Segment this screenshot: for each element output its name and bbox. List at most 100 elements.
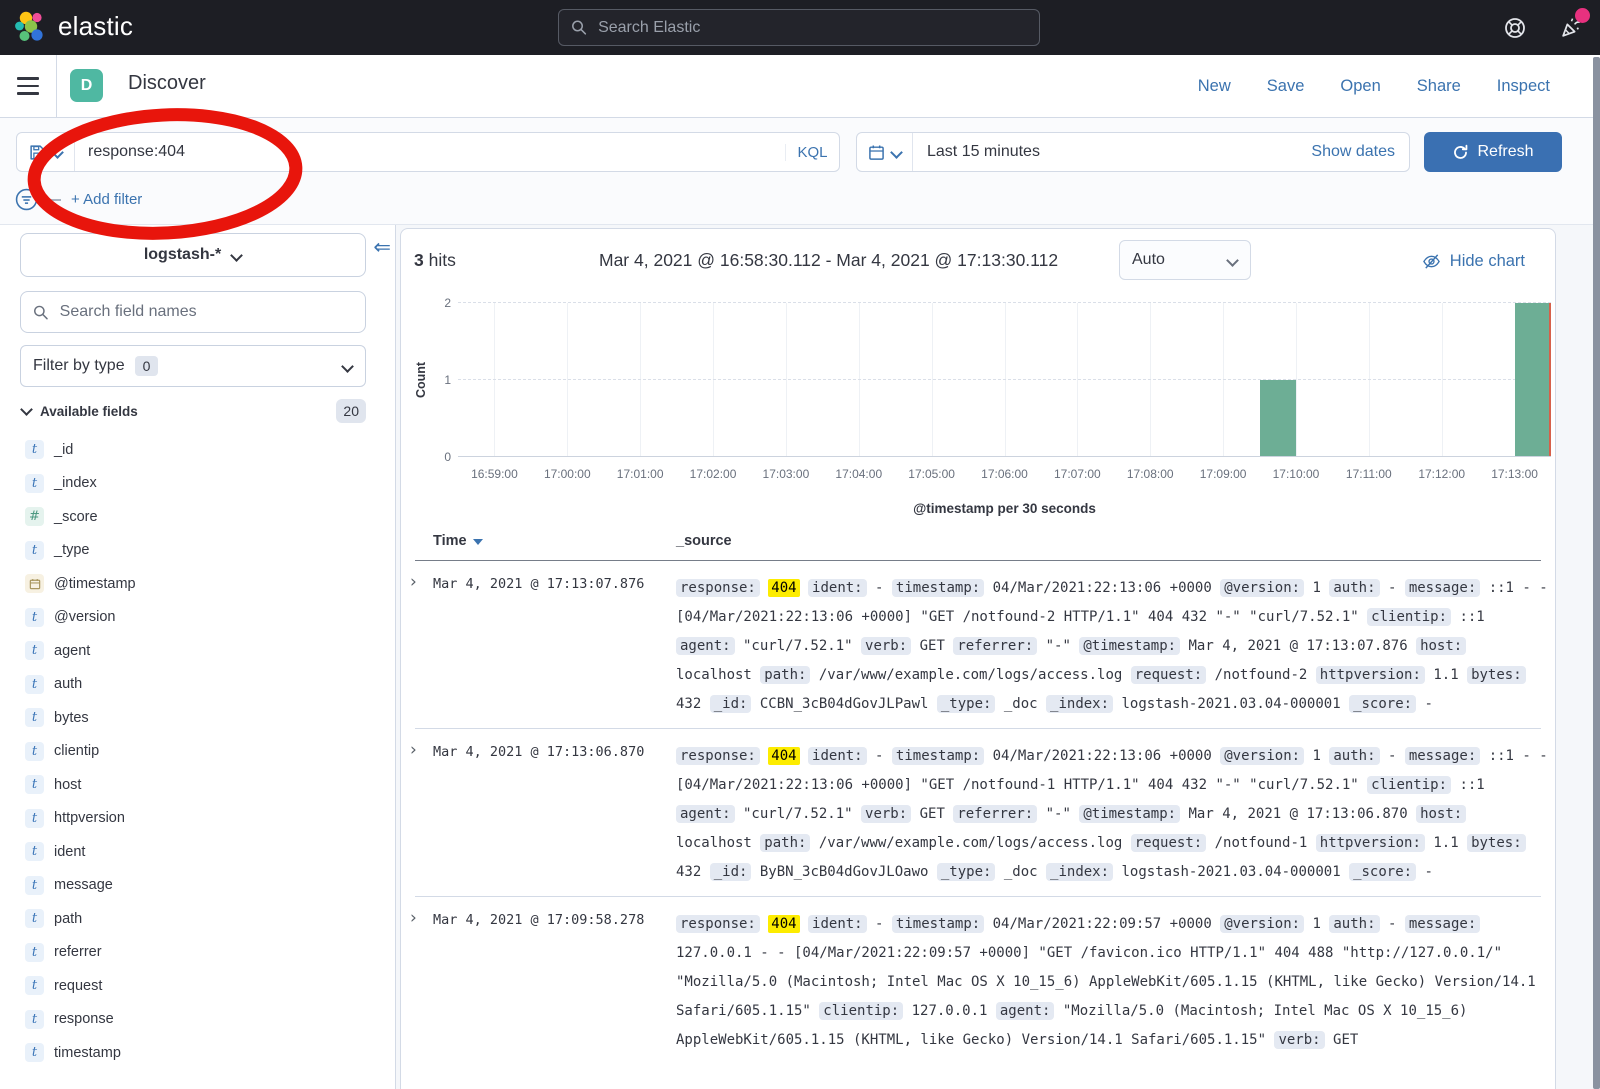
field-key-badge: _index: xyxy=(1046,863,1113,881)
x-tick-label: 17:11:00 xyxy=(1346,467,1392,481)
field-item-message[interactable]: t message xyxy=(0,869,396,903)
help-icon[interactable] xyxy=(1502,15,1528,41)
field-name: host xyxy=(54,777,81,793)
quick-select-time-button[interactable] xyxy=(857,133,913,171)
refresh-button[interactable]: Refresh xyxy=(1424,132,1562,172)
field-item-response[interactable]: t response xyxy=(0,1003,396,1037)
time-end-marker xyxy=(1549,303,1551,456)
x-tick-label: 16:59:00 xyxy=(471,467,518,481)
global-search-input[interactable] xyxy=(596,18,1027,38)
query-language-button[interactable]: KQL xyxy=(785,144,839,161)
gridline xyxy=(1150,303,1151,456)
add-filter-button[interactable]: + Add filter xyxy=(71,191,142,208)
field-item-@version[interactable]: t @version xyxy=(0,601,396,635)
collapse-sidebar-icon[interactable]: ⇐ xyxy=(373,235,391,259)
field-key-badge: @timestamp: xyxy=(1079,637,1180,655)
field-key-badge: agent: xyxy=(676,805,735,823)
field-key-badge: _score: xyxy=(1349,695,1416,713)
expand-row-button[interactable]: › xyxy=(410,572,417,592)
nav-link-new[interactable]: New xyxy=(1198,77,1231,96)
field-name: auth xyxy=(54,676,82,692)
global-search-box[interactable] xyxy=(558,9,1040,46)
field-key-badge: referrer: xyxy=(953,637,1037,655)
table-row: › Mar 4, 2021 @ 17:13:06.870 response: 4… xyxy=(415,728,1541,896)
column-header-source: _source xyxy=(676,533,732,549)
index-pattern-select[interactable]: logstash-* xyxy=(20,233,366,277)
hits-count: 3 hits xyxy=(414,250,456,271)
field-key-badge: timestamp: xyxy=(892,579,984,597)
y-axis-ticks: 012 xyxy=(429,303,451,457)
field-item-auth[interactable]: t auth xyxy=(0,668,396,702)
global-header: elastic xyxy=(0,0,1600,55)
filter-bar: + Add filter xyxy=(15,188,142,211)
field-item-agent[interactable]: t agent xyxy=(0,634,396,668)
field-key-badge: message: xyxy=(1405,579,1480,597)
main-menu-button[interactable] xyxy=(0,55,57,117)
field-key-badge: timestamp: xyxy=(892,915,984,933)
available-fields-header[interactable]: Available fields 20 xyxy=(20,397,366,425)
show-dates-button[interactable]: Show dates xyxy=(1311,143,1409,161)
chevron-down-icon xyxy=(1226,254,1238,266)
field-item-bytes[interactable]: t bytes xyxy=(0,701,396,735)
text-type-icon: t xyxy=(25,909,44,928)
field-item-httpversion[interactable]: t httpversion xyxy=(0,802,396,836)
calendar-icon xyxy=(25,574,44,593)
hide-chart-button[interactable]: Hide chart xyxy=(1422,252,1525,271)
field-item-host[interactable]: t host xyxy=(0,768,396,802)
field-name: referrer xyxy=(54,944,102,960)
field-item-_score[interactable]: # _score xyxy=(0,500,396,534)
query-input[interactable]: response:404 xyxy=(75,143,785,161)
field-item-clientip[interactable]: t clientip xyxy=(0,735,396,769)
filter-by-type-label: Filter by type xyxy=(33,357,125,375)
column-header-time[interactable]: Time xyxy=(433,533,483,549)
saved-query-menu-button[interactable] xyxy=(17,133,75,171)
filter-by-type-select[interactable]: Filter by type 0 xyxy=(20,345,366,387)
fields-sidebar: logstash-* ⇐ Filter by type 0 Available … xyxy=(0,225,396,1089)
gridline xyxy=(458,302,1551,303)
text-type-icon: t xyxy=(25,775,44,794)
field-item-ident[interactable]: t ident xyxy=(0,835,396,869)
histogram-bar[interactable] xyxy=(1260,380,1296,457)
field-item-_id[interactable]: t _id xyxy=(0,433,396,467)
documents-table: Time _source › Mar 4, 2021 @ 17:13:07.87… xyxy=(401,529,1555,1064)
kibana-discover-app: elastic xyxy=(0,0,1600,1089)
histogram-plot[interactable] xyxy=(458,303,1551,457)
chevron-down-icon xyxy=(230,249,242,261)
field-name: httpversion xyxy=(54,810,125,826)
refresh-label: Refresh xyxy=(1477,143,1533,161)
field-search-input[interactable] xyxy=(58,302,353,322)
time-range-value[interactable]: Last 15 minutes xyxy=(913,143,1040,161)
field-key-badge: bytes: xyxy=(1467,666,1526,684)
field-search-box[interactable] xyxy=(20,291,366,333)
discover-app-badge[interactable]: D xyxy=(70,69,103,102)
field-key-badge: httpversion: xyxy=(1316,834,1425,852)
newsfeed-icon[interactable] xyxy=(1558,15,1584,41)
expand-row-button[interactable]: › xyxy=(410,908,417,928)
filter-icon[interactable] xyxy=(15,188,38,211)
field-name: @version xyxy=(54,609,115,625)
field-item-path[interactable]: t path xyxy=(0,902,396,936)
field-item-referrer[interactable]: t referrer xyxy=(0,936,396,970)
interval-select[interactable]: Auto xyxy=(1119,240,1251,280)
nav-link-share[interactable]: Share xyxy=(1417,77,1461,96)
field-item-request[interactable]: t request xyxy=(0,969,396,1003)
histogram-bar[interactable] xyxy=(1515,303,1551,456)
gridline xyxy=(1442,303,1443,456)
field-key-badge: path: xyxy=(760,834,810,852)
field-item-@timestamp[interactable]: @timestamp xyxy=(0,567,396,601)
expand-row-button[interactable]: › xyxy=(410,740,417,760)
x-tick-label: 17:03:00 xyxy=(763,467,810,481)
field-item-_type[interactable]: t _type xyxy=(0,534,396,568)
elastic-logo[interactable]: elastic xyxy=(14,10,133,43)
x-tick-label: 17:10:00 xyxy=(1273,467,1320,481)
nav-link-save[interactable]: Save xyxy=(1267,77,1305,96)
field-key-badge: _score: xyxy=(1349,863,1416,881)
field-item-_index[interactable]: t _index xyxy=(0,467,396,501)
text-type-icon: t xyxy=(25,842,44,861)
nav-link-open[interactable]: Open xyxy=(1340,77,1380,96)
nav-link-inspect[interactable]: Inspect xyxy=(1497,77,1550,96)
field-key-badge: response: xyxy=(676,915,760,933)
highlighted-value: 404 xyxy=(768,747,799,765)
page-scrollbar[interactable] xyxy=(1593,57,1600,1089)
field-item-timestamp[interactable]: t timestamp xyxy=(0,1036,396,1070)
